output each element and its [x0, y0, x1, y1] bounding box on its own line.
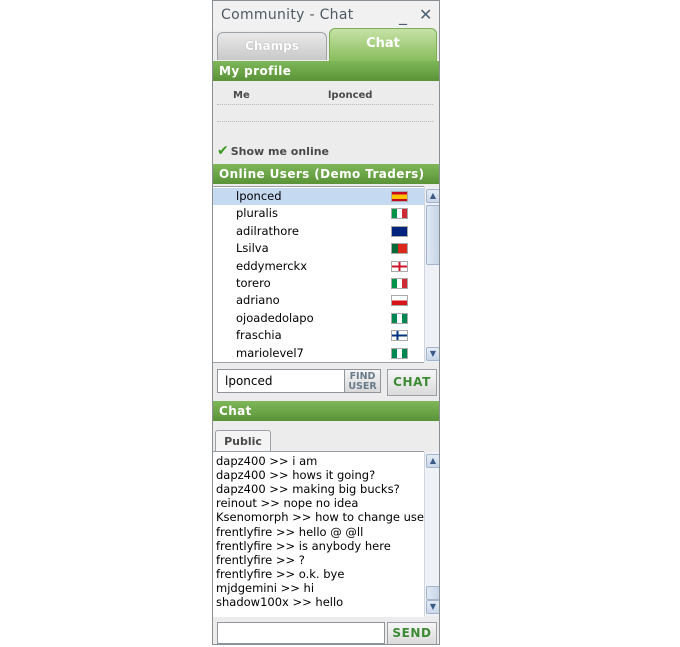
chat-messages: dapz400 >> i am dapz400 >> hows it going?… — [213, 451, 424, 617]
find-user-input[interactable] — [217, 369, 345, 393]
find-user-button[interactable]: FIND USER — [345, 369, 381, 393]
tab-public[interactable]: Public — [215, 430, 271, 451]
chat-message: dapz400 >> making big bucks? — [216, 482, 400, 497]
online-users-header: Online Users (Demo Traders) — [213, 164, 439, 184]
user-row[interactable]: mariolevel7 — [213, 345, 424, 362]
user-name: adriano — [236, 293, 280, 308]
user-row[interactable]: adriano — [213, 292, 424, 309]
user-row[interactable]: fraschia — [213, 327, 424, 344]
profile-value-username: lponced — [328, 90, 373, 101]
divider — [217, 121, 433, 122]
chat-message: dapz400 >> hows it going? — [216, 468, 376, 483]
title-bar: Community - Chat _ ✕ — [213, 1, 439, 31]
chat-message: frentlyfire >> is anybody here — [216, 538, 391, 553]
chat-message: Ksenomorph >> how to change user? — [216, 510, 424, 525]
nigeria-flag-icon — [391, 347, 408, 359]
chat-header: Chat — [213, 401, 439, 421]
user-row[interactable]: lponced — [213, 188, 424, 205]
chat-message: frentlyfire >> hello @ @ll — [216, 524, 364, 539]
window-title: Community - Chat — [221, 7, 354, 23]
chat-message: frentlyfire >> o.k. bye — [216, 566, 345, 581]
scroll-thumb[interactable] — [426, 205, 439, 265]
my-profile-header: My profile — [213, 61, 439, 81]
tab-chat[interactable]: Chat — [329, 28, 437, 61]
chat-button[interactable]: CHAT — [387, 369, 437, 396]
community-chat-window: Community - Chat _ ✕ Champs Chat My prof… — [212, 0, 440, 645]
online-users-list[interactable]: lponced pluralis adilrathore Lsilva eddymerc… — [213, 186, 424, 363]
tab-champs[interactable]: Champs — [217, 32, 327, 60]
chat-message: reinout >> nope no idea — [216, 496, 359, 511]
scroll-down-icon[interactable]: ▼ — [426, 600, 439, 614]
user-row[interactable]: ojoadedolapo — [213, 310, 424, 327]
user-row[interactable]: Lsilva — [213, 240, 424, 257]
user-name: fraschia — [236, 328, 282, 343]
scroll-up-icon[interactable]: ▲ — [426, 454, 439, 468]
user-name: Lsilva — [236, 241, 269, 256]
user-name: torero — [236, 276, 271, 290]
profile-row: Me lponced — [213, 87, 439, 105]
chat-message: frentlyfire >> ? — [216, 552, 305, 567]
chat-message: shadow100x >> hello — [216, 595, 344, 609]
find-user-label-line2: USER — [348, 381, 377, 392]
send-button[interactable]: SEND — [387, 622, 437, 644]
checkmark-icon: ✔ — [217, 143, 229, 159]
scroll-thumb[interactable] — [426, 586, 439, 600]
finland-flag-icon — [391, 330, 408, 342]
users-scrollbar[interactable]: ▲ ▼ — [424, 187, 439, 362]
italy-flag-icon — [391, 208, 408, 220]
message-input[interactable] — [217, 622, 385, 644]
user-name: lponced — [236, 189, 282, 203]
user-name: mariolevel7 — [236, 345, 304, 360]
user-row[interactable]: eddymerckx — [213, 258, 424, 275]
user-name: adilrathore — [236, 223, 299, 238]
profile-key-me: Me — [233, 90, 250, 101]
show-me-online-label: Show me online — [230, 145, 330, 158]
nigeria-flag-icon — [391, 312, 408, 324]
scroll-up-icon[interactable]: ▲ — [426, 189, 439, 203]
scroll-down-icon[interactable]: ▼ — [426, 347, 439, 361]
australia-flag-icon — [391, 225, 408, 237]
chat-message: dapz400 >> i am — [216, 454, 318, 468]
spain-flag-icon — [391, 191, 408, 202]
show-me-online-checkbox[interactable]: ✔ Show me online — [217, 143, 329, 159]
uk-flag-icon — [391, 260, 408, 272]
user-name: ojoadedolapo — [236, 310, 314, 325]
italy-flag-icon — [391, 278, 408, 289]
user-name: pluralis — [236, 206, 278, 221]
czech-flag-icon — [391, 295, 408, 307]
user-row[interactable]: torero — [213, 275, 424, 292]
chat-scrollbar[interactable]: ▲ ▼ — [424, 452, 439, 616]
user-row[interactable]: adilrathore — [213, 223, 424, 240]
user-row[interactable]: pluralis — [213, 205, 424, 222]
divider — [217, 104, 433, 105]
portugal-flag-icon — [391, 243, 408, 255]
user-name: eddymerckx — [236, 258, 308, 273]
minimize-button[interactable]: _ — [399, 7, 407, 25]
close-button[interactable]: ✕ — [419, 6, 432, 24]
chat-message: mjdgemini >> hi — [216, 580, 315, 595]
